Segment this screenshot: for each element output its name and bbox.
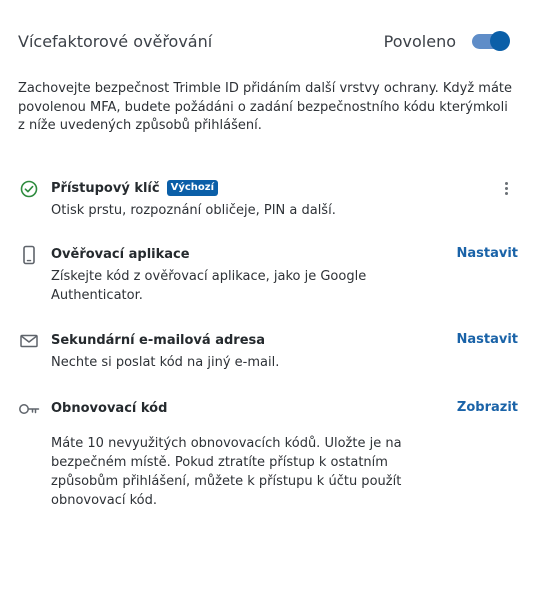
header: Vícefaktorové ověřování Povoleno xyxy=(18,26,510,56)
method-description: Získejte kód z ověřovací aplikace, jako … xyxy=(51,269,367,303)
method-content: Obnovovací kód Máte 10 nevyužitých obnov… xyxy=(51,398,431,510)
mfa-toggle-switch[interactable] xyxy=(472,30,510,52)
method-name-row: Obnovovací kód xyxy=(51,398,431,418)
view-recovery-codes-link[interactable]: Zobrazit xyxy=(457,400,518,415)
method-name: Sekundární e-mailová adresa xyxy=(51,332,266,348)
toggle-knob xyxy=(490,31,510,51)
method-content: Přístupový klíč Výchozí Otisk prstu, roz… xyxy=(51,178,431,220)
method-name: Obnovovací kód xyxy=(51,400,168,416)
check-circle-icon xyxy=(18,178,40,200)
method-description: Máte 10 nevyužitých obnovovacích kódů. U… xyxy=(51,436,402,508)
toggle-label: Povoleno xyxy=(383,31,456,51)
method-name-row: Ověřovací aplikace xyxy=(51,244,431,264)
mfa-settings-panel: Vícefaktorové ověřování Povoleno Zachove… xyxy=(0,0,538,614)
method-name-row: Sekundární e-mailová adresa xyxy=(51,330,431,350)
smartphone-icon xyxy=(18,244,40,266)
setup-authenticator-link[interactable]: Nastavit xyxy=(456,246,518,261)
method-name-row: Přístupový klíč Výchozí xyxy=(51,178,431,198)
setup-email-link[interactable]: Nastavit xyxy=(456,332,518,347)
method-name: Přístupový klíč xyxy=(51,180,160,196)
method-name: Ověřovací aplikace xyxy=(51,246,190,262)
method-description: Nechte si poslat kód na jiný e-mail. xyxy=(51,355,280,370)
default-badge: Výchozí xyxy=(166,180,219,196)
envelope-icon xyxy=(18,330,40,352)
method-content: Ověřovací aplikace Získejte kód z ověřov… xyxy=(51,244,431,305)
mfa-toggle-group: Povoleno xyxy=(384,30,510,52)
more-options-icon[interactable] xyxy=(502,178,510,198)
method-content: Sekundární e-mailová adresa Nechte si po… xyxy=(51,330,431,372)
key-icon xyxy=(18,398,40,420)
page-title: Vícefaktorové ověřování xyxy=(18,31,213,51)
mfa-description: Zachovejte bezpečnost Trimble ID přidání… xyxy=(18,81,513,133)
method-description: Otisk prstu, rozpoznání obličeje, PIN a … xyxy=(51,203,336,218)
